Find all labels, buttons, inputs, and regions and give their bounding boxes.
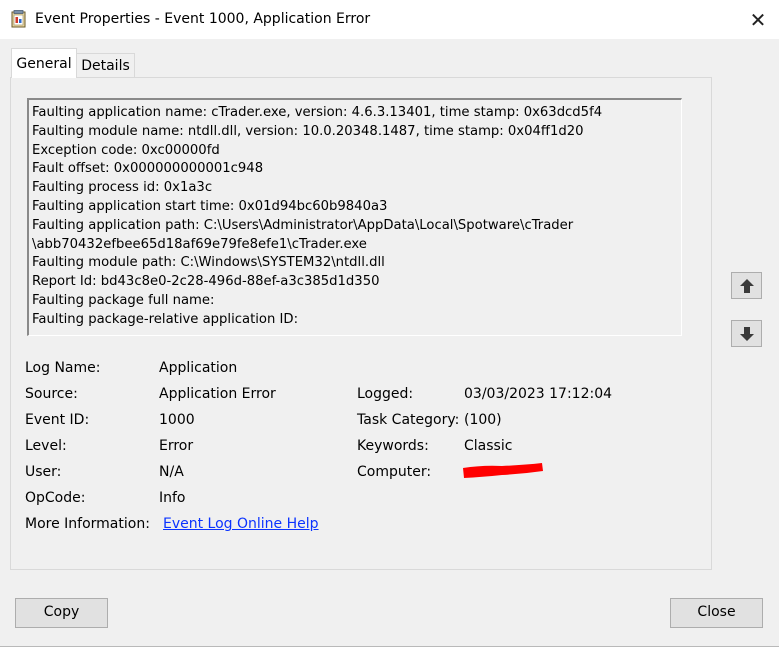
window-title: Event Properties - Event 1000, Applicati…	[35, 11, 371, 27]
event-description-text: Faulting application name: cTrader.exe, …	[32, 105, 603, 327]
computer-label: Computer:	[357, 464, 432, 480]
event-log-online-help-link[interactable]: Event Log Online Help	[163, 516, 319, 532]
keywords-label: Keywords:	[357, 438, 429, 454]
computer-value-redaction	[463, 463, 543, 478]
next-event-button[interactable]	[731, 320, 762, 347]
event-properties-window: Event Properties - Event 1000, Applicati…	[0, 0, 779, 647]
copy-button[interactable]: Copy	[15, 598, 108, 628]
event-description-box[interactable]: Faulting application name: cTrader.exe, …	[27, 98, 682, 336]
close-window-button[interactable]: ✕	[744, 6, 772, 34]
close-button[interactable]: Close	[670, 598, 763, 628]
log-name-value: Application	[159, 360, 238, 376]
task-category-value: (100)	[464, 412, 502, 428]
event-id-label: Event ID:	[25, 412, 90, 428]
event-id-value: 1000	[159, 412, 195, 428]
previous-event-button[interactable]	[731, 272, 762, 299]
more-information-label: More Information:	[25, 516, 150, 532]
opcode-value: Info	[159, 490, 186, 506]
close-icon: ✕	[749, 8, 767, 32]
task-category-label: Task Category:	[357, 412, 460, 428]
arrow-up-icon	[739, 278, 754, 293]
level-label: Level:	[25, 438, 67, 454]
keywords-value: Classic	[464, 438, 513, 454]
tab-general[interactable]: General	[11, 48, 77, 78]
user-value: N/A	[159, 464, 184, 480]
source-label: Source:	[25, 386, 78, 402]
opcode-label: OpCode:	[25, 490, 86, 506]
log-name-label: Log Name:	[25, 360, 101, 376]
level-value: Error	[159, 438, 194, 454]
arrow-down-icon	[739, 326, 754, 341]
logged-value: 03/03/2023 17:12:04	[464, 386, 613, 402]
source-value: Application Error	[159, 386, 276, 402]
user-label: User:	[25, 464, 62, 480]
tab-details[interactable]: Details	[77, 53, 135, 78]
title-bar: Event Properties - Event 1000, Applicati…	[0, 0, 779, 39]
logged-label: Logged:	[357, 386, 414, 402]
event-viewer-icon	[11, 10, 26, 28]
